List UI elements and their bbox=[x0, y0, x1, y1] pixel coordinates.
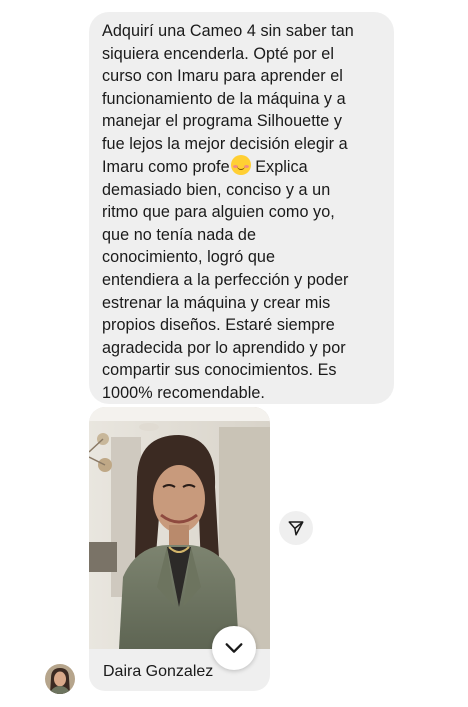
expand-button[interactable] bbox=[212, 626, 256, 670]
avatar[interactable] bbox=[45, 664, 75, 694]
paper-plane-icon bbox=[288, 521, 304, 536]
message-line: 1000% recomendable. bbox=[102, 383, 265, 402]
message-line: fue lejos la mejor decisión elegir a bbox=[102, 134, 348, 153]
message-line: agradecida por lo aprendido y por bbox=[102, 338, 346, 357]
portrait-illustration bbox=[89, 407, 270, 649]
message-line: curso con Imaru para aprender el bbox=[102, 67, 343, 86]
message-line: propios diseños. Estaré siempre bbox=[102, 316, 335, 335]
share-button[interactable] bbox=[279, 511, 313, 545]
post-photo[interactable] bbox=[89, 407, 270, 649]
message-line: estrenar la máquina y crear mis bbox=[102, 293, 331, 312]
message-line: ritmo que para alguien como yo, bbox=[102, 203, 335, 222]
message-line: Imaru como profe bbox=[102, 158, 230, 177]
message-line: entendiera a la perfección y poder bbox=[102, 271, 349, 290]
message-line: compartir sus conocimientos. Es bbox=[102, 361, 337, 380]
message-line: demasiado bien, conciso y a un bbox=[102, 180, 331, 199]
message-line: siquiera encenderla. Opté por el bbox=[102, 44, 334, 63]
message-line: conocimiento, logró que bbox=[102, 248, 276, 267]
message-text: Adquirí una Cameo 4 sin saber tan siquie… bbox=[102, 20, 384, 404]
message-bubble[interactable]: Adquirí una Cameo 4 sin saber tan siquie… bbox=[89, 12, 394, 404]
message-line-with-emoji: Imaru como profe Explica bbox=[102, 155, 384, 179]
message-line: funcionamiento de la máquina y a bbox=[102, 89, 346, 108]
dm-conversation: Adquirí una Cameo 4 sin saber tan siquie… bbox=[0, 0, 468, 707]
avatar-image bbox=[45, 664, 75, 694]
message-line: Adquirí una Cameo 4 sin saber tan bbox=[102, 22, 354, 40]
chevron-down-icon bbox=[225, 643, 243, 653]
smiling-face-with-hearts-icon bbox=[230, 155, 251, 176]
message-line: que no tenía nada de bbox=[102, 225, 257, 244]
post-author-name: Daira Gonzalez bbox=[103, 663, 214, 680]
message-line: manejar el programa Silhouette y bbox=[102, 112, 343, 131]
message-line-tail: Explica bbox=[250, 158, 308, 177]
